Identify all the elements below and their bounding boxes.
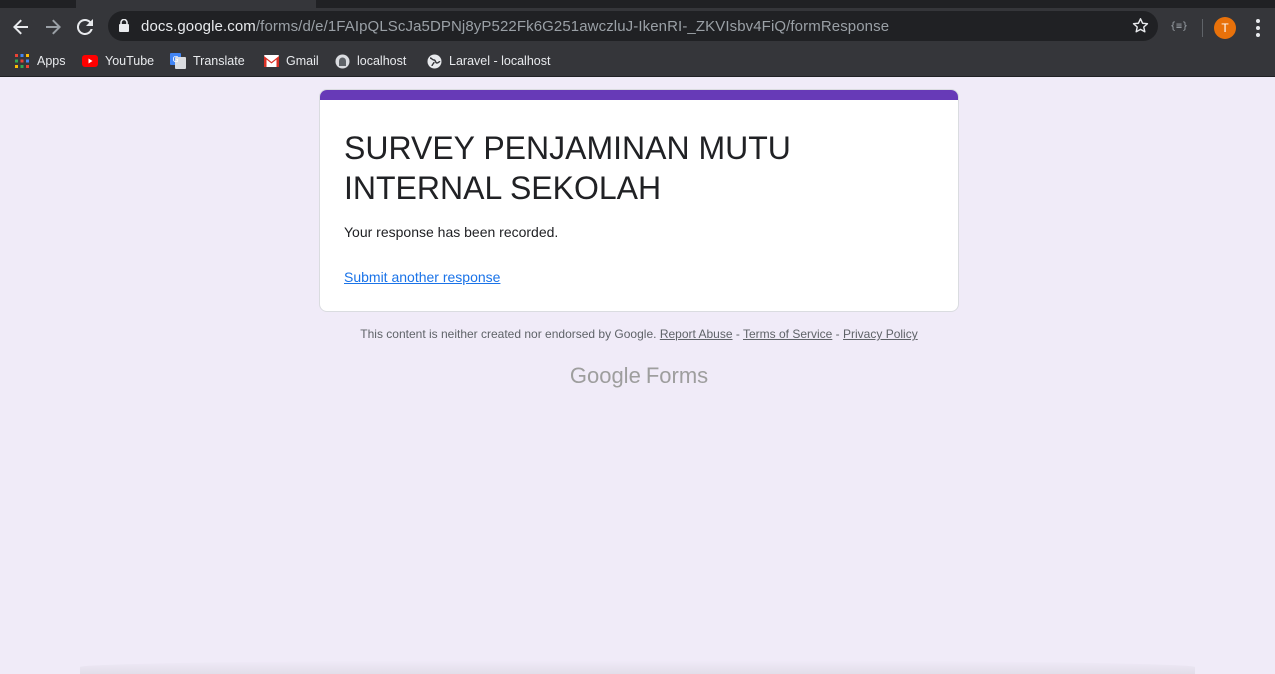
- bottom-shadow: [80, 660, 1195, 674]
- menu-icon[interactable]: [1250, 17, 1266, 39]
- form-footer: This content is neither created nor endo…: [319, 327, 959, 341]
- reload-button[interactable]: [71, 14, 99, 40]
- footer-separator: -: [732, 327, 743, 341]
- submit-another-response-link[interactable]: Submit another response: [344, 269, 500, 285]
- bookmark-apps[interactable]: Apps: [14, 51, 66, 71]
- bookmark-label: YouTube: [105, 54, 155, 68]
- forward-button[interactable]: [39, 14, 67, 40]
- bookmark-youtube[interactable]: YouTube: [82, 51, 154, 71]
- svg-text:G: G: [173, 55, 179, 64]
- bookmark-star-icon[interactable]: [1132, 17, 1149, 34]
- lock-icon: [119, 19, 129, 32]
- form-confirmation-card: SURVEY PENJAMINAN MUTU INTERNAL SEKOLAH …: [319, 89, 959, 312]
- bookmark-label: Gmail: [286, 54, 319, 68]
- brand-google: Google: [569, 363, 641, 388]
- extension-icon[interactable]: {≡}: [1170, 21, 1188, 32]
- footer-separator: -: [832, 327, 844, 341]
- forward-arrow-icon: [46, 19, 61, 35]
- youtube-icon: [82, 53, 98, 69]
- bookmark-translate[interactable]: G Translate: [170, 51, 245, 71]
- url-text: docs.google.com/forms/d/e/1FAIpQLScJa5DP…: [141, 18, 889, 35]
- tab-strip: [0, 0, 1275, 8]
- address-bar[interactable]: docs.google.com/forms/d/e/1FAIpQLScJa5DP…: [108, 11, 1158, 41]
- profile-avatar[interactable]: T: [1214, 17, 1236, 39]
- confirmation-message: Your response has been recorded.: [344, 224, 559, 240]
- reload-icon: [77, 19, 93, 35]
- bookmark-label: Apps: [37, 54, 66, 68]
- globe-icon: [426, 53, 442, 69]
- bookmark-localhost[interactable]: localhost: [334, 51, 406, 71]
- browser-toolbar: docs.google.com/forms/d/e/1FAIpQLScJa5DP…: [0, 8, 1275, 46]
- apps-grid-icon: [14, 53, 30, 69]
- report-abuse-link[interactable]: Report Abuse: [660, 327, 733, 341]
- back-button[interactable]: [7, 14, 35, 40]
- gmail-icon: [263, 53, 279, 69]
- localhost-icon: [334, 53, 350, 69]
- active-tab[interactable]: [76, 0, 316, 8]
- terms-of-service-link[interactable]: Terms of Service: [743, 327, 832, 341]
- form-accent-bar: [320, 90, 958, 100]
- bookmark-gmail[interactable]: Gmail: [263, 51, 319, 71]
- brand-forms: Forms: [645, 363, 709, 388]
- bookmarks-bar: Apps YouTube G Translate Gmail localhost…: [0, 46, 1275, 77]
- url-host: docs.google.com: [141, 18, 256, 35]
- disclaimer-text: This content is neither created nor endo…: [360, 327, 657, 341]
- form-title: SURVEY PENJAMINAN MUTU INTERNAL SEKOLAH: [344, 130, 791, 206]
- bookmark-label: localhost: [357, 54, 407, 68]
- bookmark-laravel[interactable]: Laravel - localhost: [426, 51, 550, 71]
- url-path: /forms/d/e/1FAIpQLScJa5DPNj8yP522Fk6G251…: [255, 18, 890, 35]
- translate-icon: G: [170, 53, 186, 69]
- bookmark-label: Translate: [193, 54, 245, 68]
- bookmark-label: Laravel - localhost: [449, 54, 551, 68]
- back-arrow-icon: [13, 19, 28, 35]
- toolbar-separator: [1202, 19, 1203, 37]
- google-forms-logo[interactable]: Google Forms: [319, 363, 959, 389]
- privacy-policy-link[interactable]: Privacy Policy: [843, 327, 918, 341]
